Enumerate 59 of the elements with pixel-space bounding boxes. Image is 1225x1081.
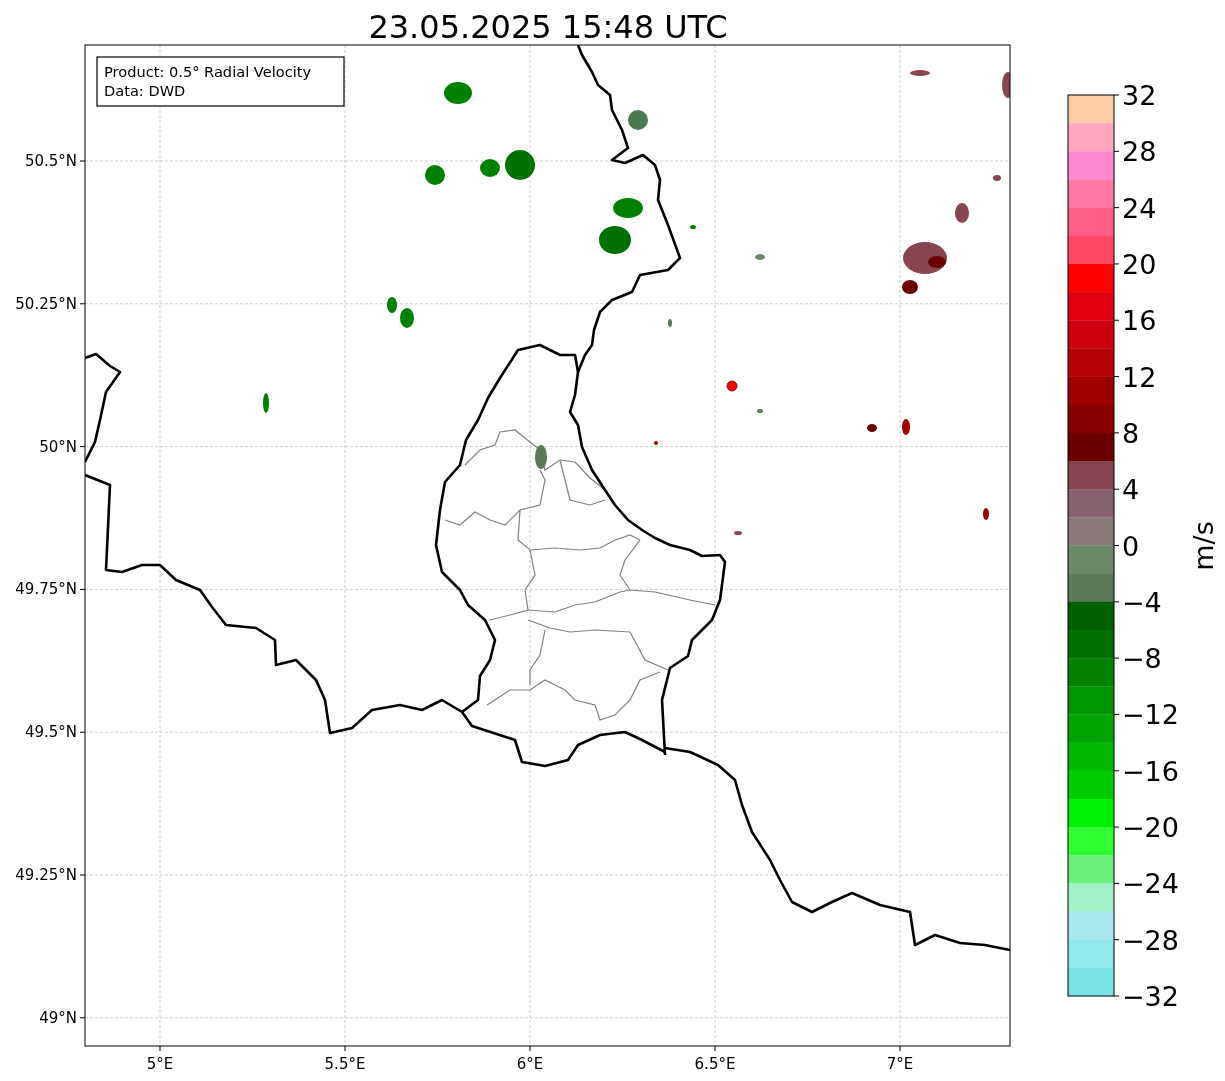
colorbar-tick-label: −16: [1122, 755, 1179, 787]
legend-text: Product: 0.5° Radial Velocity: [104, 63, 312, 80]
radar-echo: [1002, 72, 1010, 98]
longitude-label: 6°E: [516, 1055, 544, 1073]
radar-echo: [757, 409, 763, 413]
colorbar-tick-label: −32: [1122, 981, 1179, 1012]
colorbar-tick-label: 0: [1122, 530, 1140, 562]
colorbar-tick-label: 4: [1122, 474, 1140, 506]
latitude-label: 49°N: [39, 1008, 77, 1027]
colorbar-tick-label: 28: [1122, 136, 1157, 168]
radar-echo: [444, 82, 472, 104]
radar-echo: [734, 531, 742, 535]
longitude-label: 5°E: [146, 1055, 174, 1073]
longitude-label: 5.5°E: [324, 1055, 366, 1073]
radar-echo: [654, 441, 658, 445]
colorbar-tick-label: −20: [1122, 812, 1179, 844]
latitude-label: 49.75°N: [15, 580, 77, 599]
radar-echo: [480, 159, 500, 177]
latitude-label: 49.5°N: [24, 723, 77, 742]
colorbar-tick-label: 32: [1122, 80, 1157, 111]
radar-echo: [599, 226, 631, 254]
radar-echo: [983, 508, 989, 520]
latitude-label: 49.25°N: [15, 866, 77, 884]
radar-echo: [902, 280, 918, 294]
colorbar-tick-label: −4: [1122, 586, 1162, 618]
colorbar-tick-label: 20: [1122, 248, 1157, 280]
colorbar-tick-label: 8: [1122, 417, 1140, 449]
radar-echo: [387, 297, 397, 313]
radar-echo: [505, 150, 535, 180]
radar-echo: [535, 445, 547, 469]
radar-echo: [902, 419, 910, 435]
colorbar-tick-label: 12: [1122, 361, 1157, 393]
radar-echo: [425, 165, 445, 185]
latitude-label: 50.25°N: [15, 294, 77, 313]
radar-echo: [910, 70, 930, 76]
longitude-label: 6.5°E: [694, 1055, 736, 1073]
colorbar-tick-label: 24: [1122, 192, 1157, 224]
colorbar-tick-label: −8: [1122, 643, 1162, 675]
colorbar-label: m/s: [1188, 521, 1219, 571]
legend-text: Data: DWD: [104, 82, 186, 99]
chart-title: 23.05.2025 15:48 UTC: [368, 8, 728, 46]
radar-echo: [263, 393, 269, 413]
radar-echo: [955, 203, 969, 223]
longitude-label: 7°E: [886, 1055, 914, 1073]
radar-echo: [690, 225, 696, 229]
radar-site-marker: [726, 380, 738, 392]
radar-echo: [628, 110, 648, 130]
radar-echo: [993, 175, 1001, 181]
latitude-label: 50.5°N: [24, 152, 77, 170]
radar-echo: [613, 198, 643, 218]
radar-echo: [755, 254, 765, 260]
radar-echo: [668, 319, 672, 327]
latitude-label: 50°N: [39, 437, 77, 456]
colorbar-tick-label: −28: [1122, 924, 1179, 956]
colorbar-tick-label: −12: [1122, 699, 1179, 731]
colorbar-tick-label: 16: [1122, 305, 1157, 337]
radar-echo: [867, 424, 877, 432]
colorbar-tick-label: −24: [1122, 868, 1179, 900]
radar-echo: [400, 308, 414, 328]
